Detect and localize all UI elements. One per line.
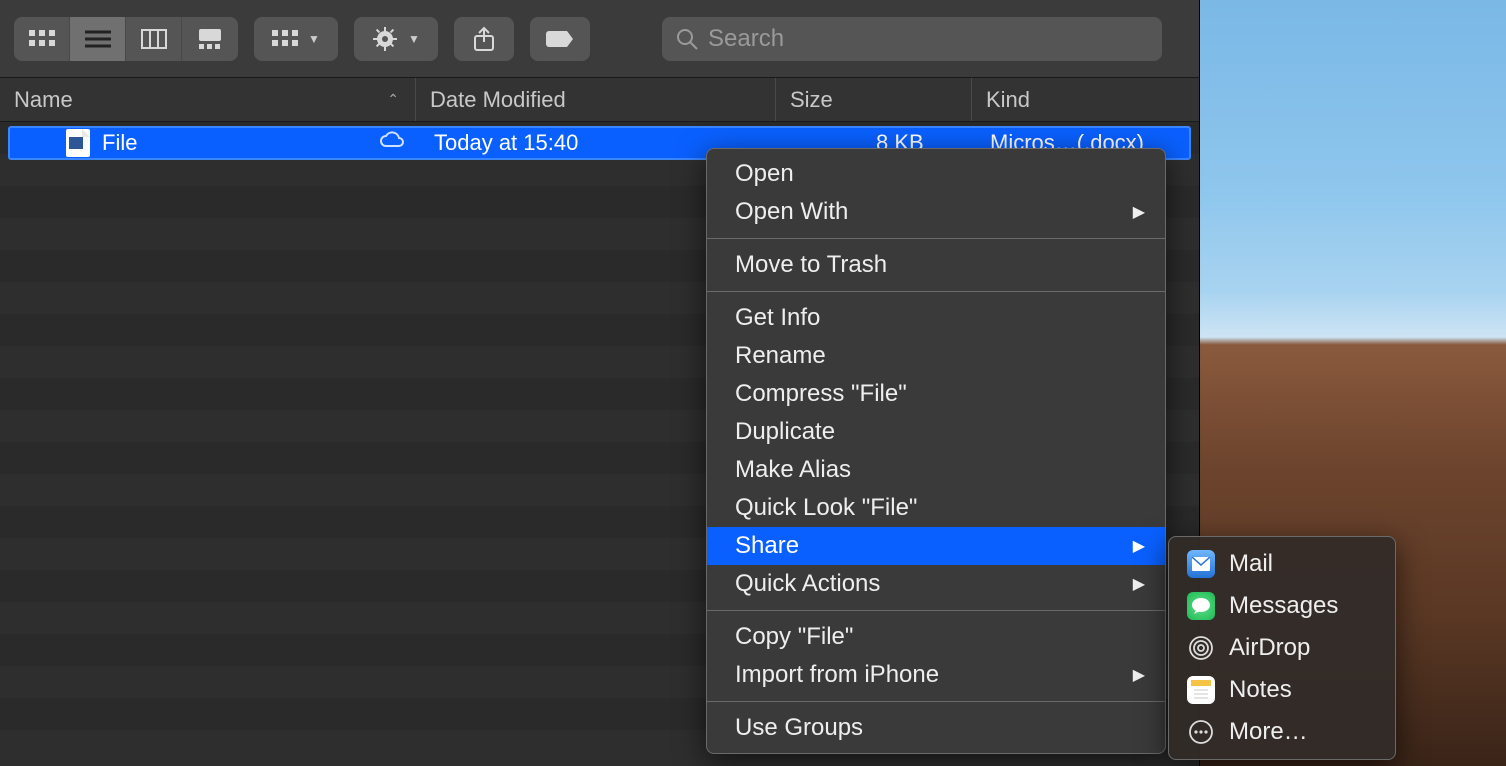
share-label: Mail [1229,550,1273,578]
share-more[interactable]: More… [1169,711,1395,753]
share-label: Messages [1229,592,1338,620]
view-list-button[interactable] [70,17,126,61]
column-label: Date Modified [430,87,566,113]
ctx-duplicate[interactable]: Duplicate [707,413,1165,451]
ctx-quick-look[interactable]: Quick Look "File" [707,489,1165,527]
submenu-arrow-icon: ▶ [1133,202,1145,222]
group-by-button[interactable]: ▼ [254,17,338,61]
search-icon [676,28,698,50]
share-label: Notes [1229,676,1292,704]
search-field[interactable] [662,17,1162,61]
ctx-separator [707,610,1165,611]
ctx-use-groups[interactable]: Use Groups [707,709,1165,747]
column-header-name[interactable]: Name ⌃ [0,78,416,121]
ctx-move-to-trash[interactable]: Move to Trash [707,246,1165,284]
messages-icon [1187,592,1215,620]
ctx-make-alias[interactable]: Make Alias [707,451,1165,489]
share-airdrop[interactable]: AirDrop [1169,627,1395,669]
column-label: Kind [986,87,1030,113]
ctx-open-with[interactable]: Open With▶ [707,193,1165,231]
column-label: Size [790,87,833,113]
ctx-separator [707,291,1165,292]
view-columns-button[interactable] [126,17,182,61]
ctx-get-info[interactable]: Get Info [707,299,1165,337]
ctx-separator [707,238,1165,239]
finder-toolbar: ▼ ▼ [0,0,1199,78]
column-header-row: Name ⌃ Date Modified Size Kind [0,78,1199,122]
column-header-date[interactable]: Date Modified [416,78,776,121]
share-messages[interactable]: Messages [1169,585,1395,627]
column-header-kind[interactable]: Kind [972,78,1199,121]
mail-icon [1187,550,1215,578]
share-button[interactable] [454,17,514,61]
column-header-size[interactable]: Size [776,78,972,121]
notes-icon [1187,676,1215,704]
ctx-share[interactable]: Share▶ [707,527,1165,565]
share-mail[interactable]: Mail [1169,543,1395,585]
ctx-separator [707,701,1165,702]
view-mode-group [14,17,238,61]
cloud-icon [378,130,406,156]
tags-button[interactable] [530,17,590,61]
share-label: AirDrop [1229,634,1310,662]
ctx-import-iphone[interactable]: Import from iPhone▶ [707,656,1165,694]
action-menu-button[interactable]: ▼ [354,17,438,61]
file-date: Today at 15:40 [434,130,578,156]
ctx-copy[interactable]: Copy "File" [707,618,1165,656]
view-icon-button[interactable] [14,17,70,61]
submenu-arrow-icon: ▶ [1133,665,1145,685]
ctx-compress[interactable]: Compress "File" [707,375,1165,413]
search-input[interactable] [708,25,1148,53]
more-icon [1187,718,1215,746]
context-menu: Open Open With▶ Move to Trash Get Info R… [706,148,1166,754]
share-notes[interactable]: Notes [1169,669,1395,711]
share-label: More… [1229,718,1308,746]
file-name: File [102,130,137,156]
docx-file-icon [66,129,90,157]
submenu-arrow-icon: ▶ [1133,574,1145,594]
submenu-arrow-icon: ▶ [1133,536,1145,556]
column-label: Name [14,87,73,113]
sort-chevron-icon: ⌃ [387,91,399,108]
ctx-open[interactable]: Open [707,155,1165,193]
airdrop-icon [1187,634,1215,662]
ctx-rename[interactable]: Rename [707,337,1165,375]
chevron-down-icon: ▼ [408,32,420,46]
share-submenu: Mail Messages AirDrop Notes More… [1168,536,1396,760]
ctx-quick-actions[interactable]: Quick Actions▶ [707,565,1165,603]
chevron-down-icon: ▼ [308,32,320,46]
view-gallery-button[interactable] [182,17,238,61]
